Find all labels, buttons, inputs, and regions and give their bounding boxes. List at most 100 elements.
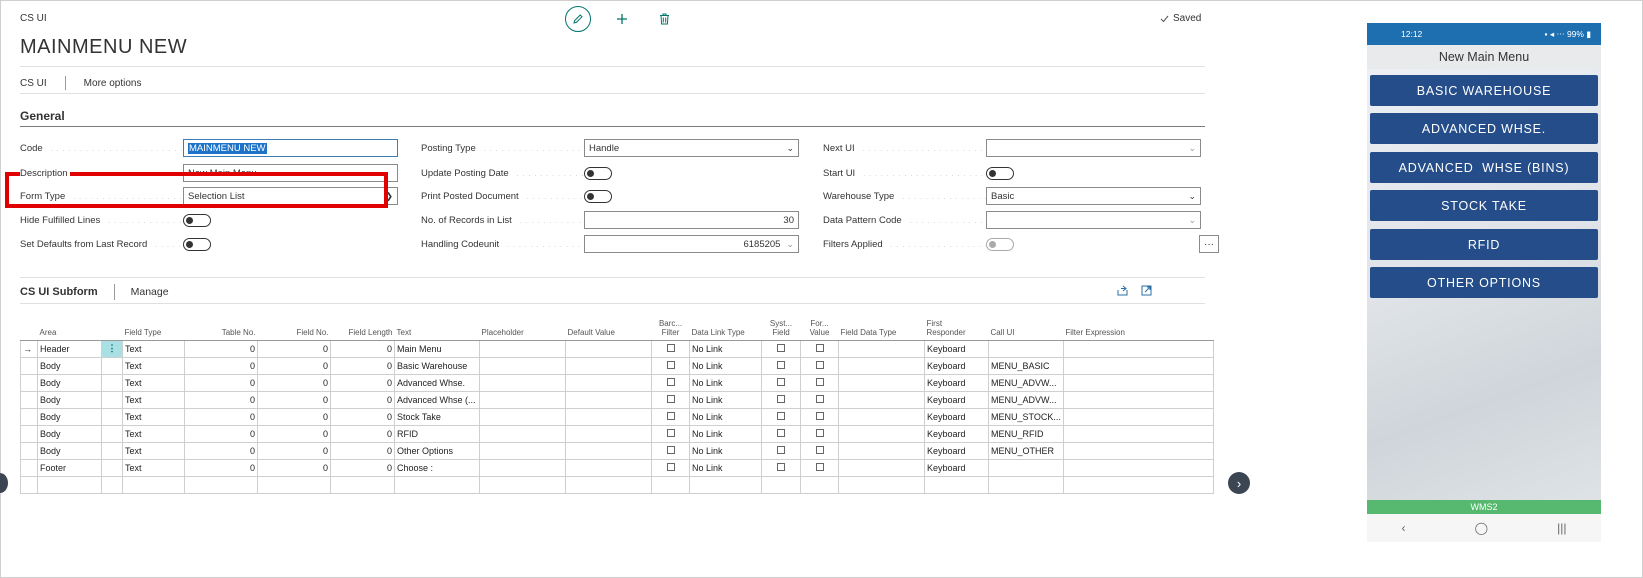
- cell-format-value[interactable]: [800, 441, 839, 460]
- checkbox[interactable]: [815, 428, 824, 437]
- cell-data-link-type[interactable]: No Link: [689, 441, 762, 460]
- checkbox[interactable]: [815, 377, 824, 386]
- cell-text[interactable]: Choose :: [394, 458, 480, 477]
- checkbox[interactable]: [815, 394, 824, 403]
- subform-title[interactable]: CS UI Subform: [20, 286, 98, 298]
- cell-system-field[interactable]: [761, 424, 801, 443]
- phone-menu-button[interactable]: ADVANCED WHSE.: [1370, 113, 1598, 144]
- cell-first-responder[interactable]: Keyboard: [924, 424, 989, 443]
- cell-table-no[interactable]: 0: [184, 339, 258, 358]
- cell-placeholder[interactable]: [479, 356, 566, 375]
- empty-cell[interactable]: [761, 475, 801, 494]
- cell-field-type[interactable]: Text: [122, 373, 185, 392]
- cell-field-data-type[interactable]: [838, 407, 925, 426]
- empty-cell[interactable]: [101, 475, 123, 494]
- cell-system-field[interactable]: [761, 458, 801, 477]
- hide-fulfilled-toggle[interactable]: [183, 213, 211, 227]
- empty-cell[interactable]: [838, 475, 925, 494]
- cell-placeholder[interactable]: [479, 458, 566, 477]
- cell-filter-expression[interactable]: [1062, 458, 1214, 477]
- print-posted-toggle[interactable]: [584, 189, 612, 203]
- empty-cell[interactable]: [122, 475, 185, 494]
- cell-field-data-type[interactable]: [838, 339, 925, 358]
- cell-format-value[interactable]: [800, 458, 839, 477]
- cell-format-value[interactable]: [800, 390, 839, 409]
- row-actions-icon[interactable]: [101, 407, 123, 426]
- cell-field-no[interactable]: 0: [257, 458, 331, 477]
- cell-default-value[interactable]: [565, 373, 652, 392]
- cell-field-length[interactable]: 0: [330, 390, 395, 409]
- filters-more-button[interactable]: ···: [1199, 235, 1219, 253]
- table-row-empty[interactable]: [20, 475, 1214, 494]
- cell-first-responder[interactable]: Keyboard: [924, 407, 989, 426]
- cell-format-value[interactable]: [800, 424, 839, 443]
- cell-first-responder[interactable]: Keyboard: [924, 458, 989, 477]
- cell-placeholder[interactable]: [479, 407, 566, 426]
- filters-toggle[interactable]: [986, 237, 1014, 251]
- col-data-link-type[interactable]: Data Link Type: [689, 313, 762, 341]
- cell-placeholder[interactable]: [479, 424, 566, 443]
- table-row[interactable]: Body Text 0 0 0 Other Options No Link Keyboard M…: [20, 441, 1214, 460]
- col-field-type[interactable]: Field Type: [122, 313, 185, 341]
- row-actions-icon[interactable]: [101, 373, 123, 392]
- cell-data-link-type[interactable]: No Link: [689, 424, 762, 443]
- cell-barcode-filter[interactable]: [651, 390, 690, 409]
- cell-system-field[interactable]: [761, 356, 801, 375]
- cell-table-no[interactable]: 0: [184, 407, 258, 426]
- cell-field-type[interactable]: Text: [122, 339, 185, 358]
- cell-filter-expression[interactable]: [1062, 390, 1214, 409]
- col-default-value[interactable]: Default Value: [565, 313, 652, 341]
- phone-menu-button[interactable]: RFID: [1370, 229, 1598, 260]
- empty-cell[interactable]: [37, 475, 102, 494]
- checkbox[interactable]: [777, 411, 785, 420]
- empty-cell[interactable]: [689, 475, 762, 494]
- cell-barcode-filter[interactable]: [651, 458, 690, 477]
- row-actions-icon[interactable]: ⋮: [101, 339, 123, 358]
- manage-button[interactable]: Manage: [131, 286, 169, 298]
- cell-area[interactable]: Header: [37, 339, 102, 358]
- table-row[interactable]: Footer Text 0 0 0 Choose : No Link Keyboard: [20, 458, 1214, 477]
- cell-area[interactable]: Body: [37, 424, 102, 443]
- cell-field-no[interactable]: 0: [257, 424, 331, 443]
- cell-placeholder[interactable]: [479, 373, 566, 392]
- scroll-right-button[interactable]: ›: [1228, 472, 1250, 494]
- set-defaults-toggle[interactable]: [183, 237, 211, 251]
- cell-data-link-type[interactable]: No Link: [689, 407, 762, 426]
- cell-first-responder[interactable]: Keyboard: [924, 356, 989, 375]
- cell-text[interactable]: Advanced Whse (...: [394, 390, 480, 409]
- checkbox[interactable]: [666, 394, 675, 403]
- cell-system-field[interactable]: [761, 407, 801, 426]
- table-row[interactable]: Body Text 0 0 0 Stock Take No Link Keyboard MENU…: [20, 407, 1214, 426]
- cell-call-ui[interactable]: MENU_ADVW...: [988, 390, 1064, 409]
- empty-cell[interactable]: [565, 475, 652, 494]
- delete-button[interactable]: [653, 8, 675, 30]
- form-type-select[interactable]: Selection List ❯: [183, 187, 398, 205]
- checkbox[interactable]: [777, 377, 785, 386]
- table-row[interactable]: Body Text 0 0 0 Advanced Whse (... No Link Keyb…: [20, 390, 1214, 409]
- start-ui-toggle[interactable]: [986, 166, 1014, 180]
- cell-call-ui[interactable]: [988, 458, 1064, 477]
- empty-cell[interactable]: [1062, 475, 1214, 494]
- col-area[interactable]: Area: [37, 313, 102, 341]
- cell-placeholder[interactable]: [479, 390, 566, 409]
- cell-filter-expression[interactable]: [1062, 441, 1214, 460]
- cell-first-responder[interactable]: Keyboard: [924, 373, 989, 392]
- col-field-data-type[interactable]: Field Data Type: [838, 313, 925, 341]
- cell-field-length[interactable]: 0: [330, 356, 395, 375]
- checkbox[interactable]: [815, 445, 824, 454]
- cell-field-length[interactable]: 0: [330, 407, 395, 426]
- cell-field-no[interactable]: 0: [257, 339, 331, 358]
- cell-text[interactable]: Advanced Whse.: [394, 373, 480, 392]
- cell-call-ui[interactable]: MENU_RFID: [988, 424, 1064, 443]
- description-input[interactable]: New Main Menu: [183, 164, 398, 182]
- cell-field-type[interactable]: Text: [122, 458, 185, 477]
- phone-menu-button[interactable]: STOCK TAKE: [1370, 190, 1598, 221]
- posting-type-select[interactable]: Handle ⌄: [584, 139, 799, 157]
- empty-cell[interactable]: [800, 475, 839, 494]
- cell-placeholder[interactable]: [479, 339, 566, 358]
- cell-field-length[interactable]: 0: [330, 339, 395, 358]
- cell-text[interactable]: Other Options: [394, 441, 480, 460]
- cell-field-length[interactable]: 0: [330, 458, 395, 477]
- home-icon[interactable]: ◯: [1475, 521, 1488, 535]
- cell-format-value[interactable]: [800, 339, 839, 358]
